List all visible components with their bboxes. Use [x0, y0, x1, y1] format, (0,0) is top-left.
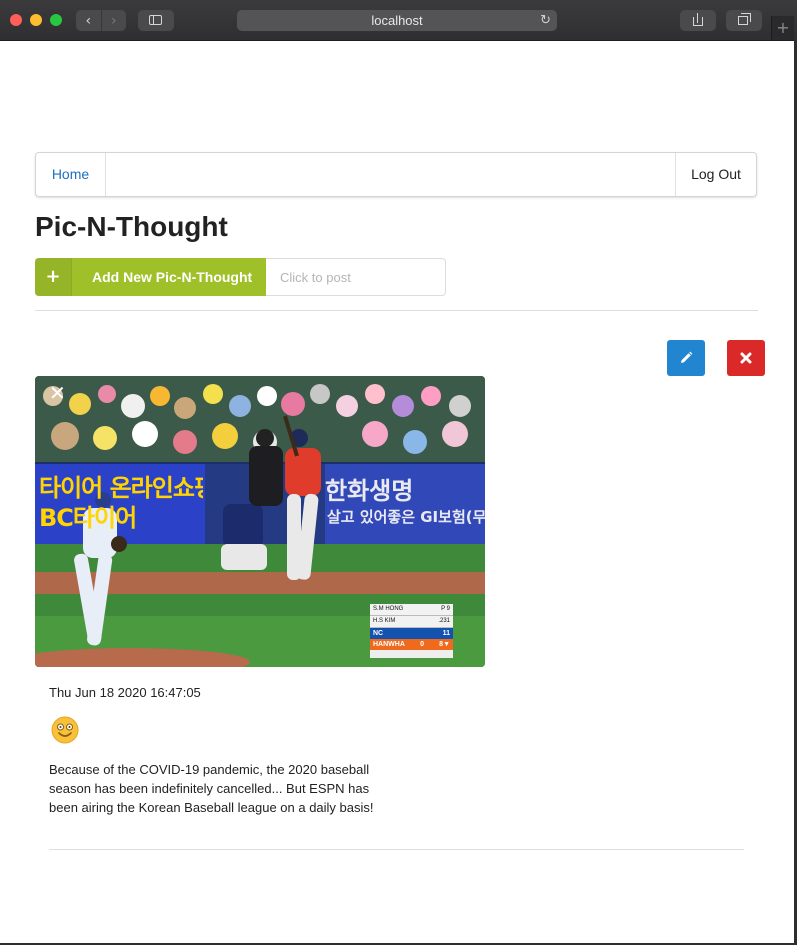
window-minimize-button[interactable]	[30, 14, 42, 26]
catcher	[221, 504, 267, 570]
close-icon	[740, 352, 752, 364]
show-tabs-button[interactable]	[726, 10, 762, 31]
post-input[interactable]	[266, 258, 446, 296]
window-close-button[interactable]	[10, 14, 22, 26]
divider	[35, 310, 758, 311]
nav-home-link[interactable]: Home	[36, 153, 106, 196]
add-post-button[interactable]: + Add New Pic-N-Thought	[35, 258, 266, 296]
page-title: Pic-N-Thought	[35, 211, 228, 242]
share-button[interactable]	[680, 10, 716, 31]
sidebar-toggle-button[interactable]	[138, 10, 174, 31]
plus-icon: +	[35, 258, 72, 296]
sidebar-icon	[149, 15, 162, 25]
divider	[49, 849, 744, 850]
address-bar[interactable]: localhost ↻	[237, 10, 557, 31]
back-button[interactable]: ‹	[76, 10, 101, 31]
url-text: localhost	[371, 13, 423, 28]
post-date: Thu Jun 18 2020 16:47:05	[49, 685, 201, 700]
smiling-face-icon	[51, 716, 79, 744]
forward-button[interactable]: ›	[100, 10, 127, 31]
top-menu: Home Log Out	[35, 152, 757, 197]
add-post-form: + Add New Pic-N-Thought	[35, 258, 446, 296]
edit-post-button[interactable]	[667, 340, 705, 376]
window-zoom-button[interactable]	[50, 14, 62, 26]
share-icon	[693, 17, 703, 26]
browser-toolbar: ‹ › localhost ↻ +	[0, 0, 797, 41]
add-post-label: Add New Pic-N-Thought	[92, 269, 253, 285]
sponsor-banner-left: 타이어 온라인쇼핑몰 BC타이어	[39, 474, 203, 532]
logout-link[interactable]: Log Out	[675, 153, 756, 196]
post-photo: 타이어 온라인쇼핑몰 BC타이어 한화생명 살고 있어좋은 GI보험(무) S.…	[35, 376, 485, 667]
pencil-icon	[681, 351, 693, 363]
scoreboard-overlay: S.M HONG P 9 H.S KIM .231 NC 11 HANWHA 0 8▼	[370, 604, 453, 662]
delete-post-button[interactable]	[727, 340, 765, 376]
sponsor-banner-right: 한화생명 살고 있어좋은 GI보험(무)	[325, 477, 485, 526]
history-nav: ‹ ›	[76, 10, 126, 31]
reload-icon[interactable]: ↻	[540, 10, 551, 31]
close-icon[interactable]: ✕	[49, 383, 66, 403]
post-text: Because of the COVID-19 pandemic, the 20…	[49, 762, 374, 815]
new-tab-button[interactable]: +	[771, 16, 794, 40]
